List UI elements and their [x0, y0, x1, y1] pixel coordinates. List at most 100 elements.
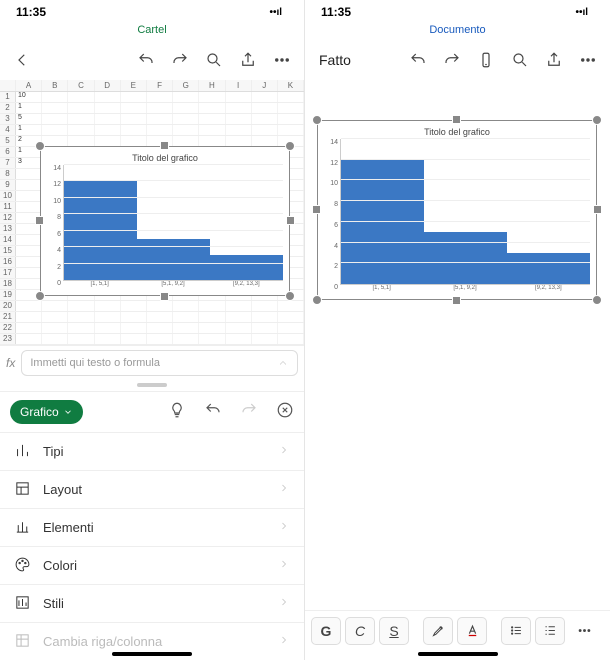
- font-color-button[interactable]: [457, 617, 487, 645]
- grafico-pill[interactable]: Grafico: [10, 400, 83, 424]
- resize-handle[interactable]: [452, 296, 461, 305]
- resize-handle[interactable]: [592, 295, 602, 305]
- chevron-right-icon: [278, 596, 290, 611]
- close-icon[interactable]: [276, 401, 294, 424]
- x-axis: [1, 5,1][5,1, 9,2][9,2, 13,3]: [63, 281, 283, 287]
- numbered-list-button[interactable]: [535, 617, 565, 645]
- resize-handle[interactable]: [160, 292, 169, 301]
- y-axis: 14121086420: [47, 165, 63, 287]
- signal-icon: ••ıl: [269, 7, 282, 18]
- bullet-list-button[interactable]: [501, 617, 531, 645]
- chart-title: Titolo del grafico: [47, 153, 283, 163]
- excel-pane: 11:35 ••ıl Cartel ABCDEFGHIJK 1102135415…: [0, 0, 305, 660]
- menu-item-colors[interactable]: Colori: [0, 546, 304, 584]
- redo-icon: [240, 401, 258, 424]
- swap-icon: [14, 632, 31, 652]
- menu-label: Layout: [43, 482, 82, 497]
- chart-inner: Titolo del grafico 14121086420 [1, 5,1][…: [47, 153, 283, 289]
- word-pane: 11:35 ••ıl Documento Fatto: [305, 0, 610, 660]
- top-toolbar: Fatto: [305, 40, 610, 80]
- status-bar: 11:35 ••ıl: [0, 0, 304, 24]
- colors-icon: [14, 556, 31, 576]
- clock: 11:35: [321, 5, 351, 19]
- highlight-button[interactable]: [423, 617, 453, 645]
- search-button[interactable]: [506, 46, 534, 74]
- search-button[interactable]: [200, 46, 228, 74]
- home-indicator: [418, 652, 498, 656]
- resize-handle[interactable]: [286, 216, 295, 225]
- redo-button[interactable]: [166, 46, 194, 74]
- done-button[interactable]: Fatto: [313, 52, 357, 68]
- back-button[interactable]: [8, 46, 36, 74]
- share-button[interactable]: [234, 46, 262, 74]
- home-indicator: [112, 652, 192, 656]
- undo-button[interactable]: [132, 46, 160, 74]
- strike-button[interactable]: S: [379, 617, 409, 645]
- chevron-right-icon: [278, 634, 290, 649]
- chevron-right-icon: [278, 482, 290, 497]
- chevron-down-icon: [63, 407, 73, 417]
- clock: 11:35: [16, 5, 46, 19]
- menu-item-styles[interactable]: Stili: [0, 584, 304, 622]
- chart-inner: Titolo del grafico 14121086420 [1, 5,1][…: [324, 127, 590, 293]
- resize-handle[interactable]: [285, 291, 295, 301]
- menu-item-layout[interactable]: Layout: [0, 470, 304, 508]
- resize-handle[interactable]: [312, 295, 322, 305]
- top-toolbar: [0, 40, 304, 80]
- layout-icon: [14, 480, 31, 500]
- spreadsheet[interactable]: ABCDEFGHIJK 1102135415261738910111213141…: [0, 80, 304, 345]
- status-icons: ••ıl: [575, 7, 594, 18]
- styles-icon: [14, 594, 31, 614]
- more-button[interactable]: [268, 46, 296, 74]
- resize-handle[interactable]: [593, 205, 602, 214]
- panel-grabber[interactable]: [0, 379, 304, 391]
- resize-handle[interactable]: [592, 115, 602, 125]
- resize-handle[interactable]: [35, 291, 45, 301]
- share-button[interactable]: [540, 46, 568, 74]
- doc-type-label: Cartel: [0, 24, 304, 40]
- menu-label: Elementi: [43, 520, 94, 535]
- italic-button[interactable]: C: [345, 617, 375, 645]
- more-format-button[interactable]: [569, 617, 599, 645]
- chevron-right-icon: [278, 558, 290, 573]
- column-headers: ABCDEFGHIJK: [0, 80, 304, 92]
- resize-handle[interactable]: [312, 115, 322, 125]
- document-area[interactable]: Titolo del grafico 14121086420 [1, 5,1][…: [305, 80, 610, 660]
- more-button[interactable]: [574, 46, 602, 74]
- format-toolbar: G C S: [305, 610, 610, 650]
- chart-object[interactable]: Titolo del grafico 14121086420 [1, 5,1][…: [317, 120, 597, 300]
- chart-panel: Grafico Tipi Layout Elementi Colori Stili Cam…: [0, 391, 304, 660]
- chevron-right-icon: [278, 520, 290, 535]
- status-bar: 11:35 ••ıl: [305, 0, 610, 24]
- undo-icon[interactable]: [204, 401, 222, 424]
- formula-placeholder: Immetti qui testo o formula: [30, 357, 160, 369]
- types-icon: [14, 442, 31, 462]
- resize-handle[interactable]: [35, 141, 45, 151]
- resize-handle[interactable]: [35, 216, 44, 225]
- pill-label: Grafico: [20, 405, 59, 419]
- signal-icon: ••ıl: [575, 7, 588, 18]
- formula-bar: fx Immetti qui testo o formula: [0, 345, 304, 379]
- status-icons: ••ıl: [269, 7, 288, 18]
- chevron-up-icon: [277, 357, 289, 369]
- redo-button[interactable]: [438, 46, 466, 74]
- menu-label: Tipi: [43, 444, 63, 459]
- chart-object[interactable]: Titolo del grafico 14121086420 [1, 5,1][…: [40, 146, 290, 296]
- resize-handle[interactable]: [452, 115, 461, 124]
- menu-item-elements[interactable]: Elementi: [0, 508, 304, 546]
- resize-handle[interactable]: [160, 141, 169, 150]
- chart-title: Titolo del grafico: [324, 127, 590, 137]
- resize-handle[interactable]: [285, 141, 295, 151]
- formula-input[interactable]: Immetti qui testo o formula: [21, 350, 298, 376]
- fx-label: fx: [6, 356, 15, 370]
- chevron-right-icon: [278, 444, 290, 459]
- menu-label: Cambia riga/colonna: [43, 634, 162, 649]
- resize-handle[interactable]: [312, 205, 321, 214]
- undo-button[interactable]: [404, 46, 432, 74]
- menu-item-types[interactable]: Tipi: [0, 432, 304, 470]
- elements-icon: [14, 518, 31, 538]
- lightbulb-icon[interactable]: [168, 401, 186, 424]
- menu-label: Colori: [43, 558, 77, 573]
- bold-button[interactable]: G: [311, 617, 341, 645]
- mobile-view-button[interactable]: [472, 46, 500, 74]
